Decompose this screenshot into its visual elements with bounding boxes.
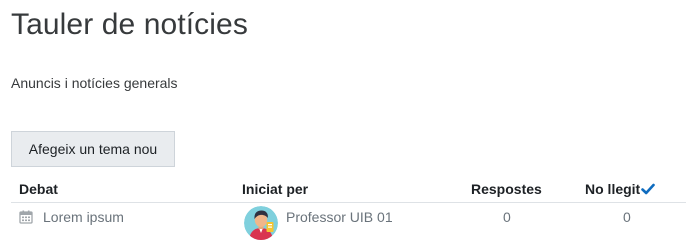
- header-unread-label: No llegit: [585, 181, 641, 197]
- check-icon: [641, 183, 656, 195]
- table-header: Debat Iniciat per Respostes No llegit: [11, 176, 686, 203]
- table-row: Lorem ipsum Professor UIB 01 0 0: [11, 203, 686, 243]
- discussion-link[interactable]: Lorem ipsum: [43, 209, 124, 225]
- header-discussion[interactable]: Debat: [19, 181, 58, 197]
- calendar-icon: [19, 210, 33, 224]
- author-link[interactable]: Professor UIB 01: [286, 209, 393, 225]
- replies-count: 0: [503, 209, 511, 225]
- forum-intro: Anuncis i notícies generals: [11, 75, 178, 91]
- page-title: Tauler de notícies: [11, 8, 248, 41]
- header-unread[interactable]: No llegit: [585, 181, 656, 197]
- add-topic-button[interactable]: Afegeix un tema nou: [11, 131, 175, 167]
- header-replies[interactable]: Respostes: [471, 181, 542, 197]
- discussion-table: Debat Iniciat per Respostes No llegit Lo…: [11, 176, 686, 243]
- unread-count[interactable]: 0: [623, 209, 631, 225]
- avatar-image: [244, 206, 278, 240]
- header-started-by[interactable]: Iniciat per: [242, 181, 308, 197]
- user-avatar[interactable]: [244, 206, 278, 240]
